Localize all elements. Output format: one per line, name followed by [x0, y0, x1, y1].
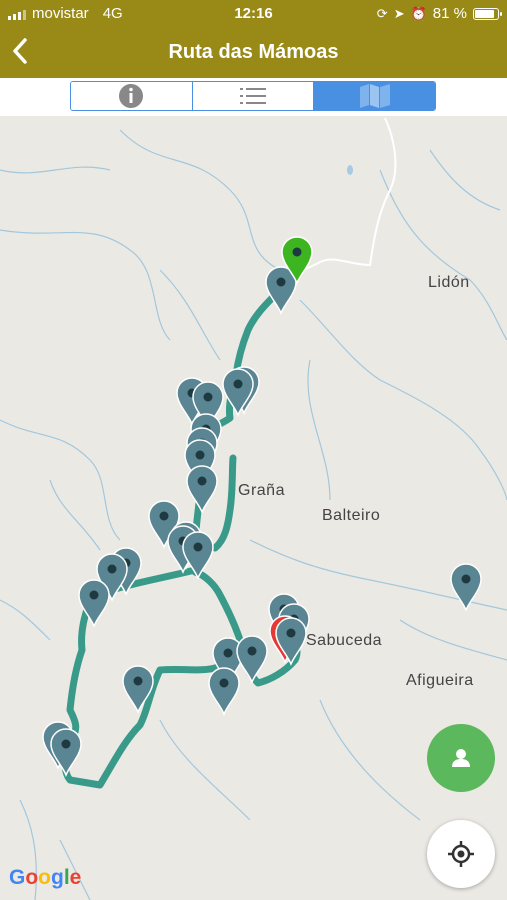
crosshair-icon — [448, 841, 474, 867]
map-pin-icon[interactable] — [78, 579, 110, 629]
page-title: Ruta das Mámoas — [168, 41, 339, 63]
alarm-icon: ⏰ — [410, 5, 427, 21]
map-pin-icon[interactable] — [122, 665, 154, 715]
map-view[interactable]: Lidón Graña Balteiro Sabuceda Afigueira — [0, 116, 507, 900]
battery-percent: 81 % — [432, 5, 467, 22]
locate-me-button[interactable] — [427, 820, 495, 888]
pins-layer — [42, 236, 482, 778]
map-pin-icon[interactable] — [186, 465, 218, 515]
status-bar: movistar 4G 12:16 ⟳ ➤ ⏰ 81 % — [0, 0, 507, 28]
map-icon — [359, 84, 390, 108]
rotation-lock-icon: ⟳ — [376, 5, 388, 21]
person-button[interactable] — [427, 724, 495, 792]
map-pin-icon[interactable] — [222, 368, 254, 418]
location-arrow-icon: ➤ — [393, 5, 405, 21]
map-pin-icon[interactable] — [50, 728, 82, 778]
map-pin-icon[interactable] — [236, 635, 268, 685]
segmented-control — [70, 81, 436, 111]
google-logo: Google — [9, 866, 82, 889]
battery-icon — [473, 7, 502, 20]
tab-list[interactable] — [192, 82, 315, 110]
map-pin-icon[interactable] — [208, 667, 240, 717]
map-pin-icon[interactable] — [275, 617, 307, 667]
tab-info[interactable] — [71, 82, 193, 110]
list-icon — [240, 88, 266, 104]
info-icon — [119, 84, 144, 108]
navigation-bar: Ruta das Mámoas — [0, 28, 507, 78]
tab-bar — [0, 78, 507, 116]
person-icon — [452, 749, 470, 767]
map-pin-icon[interactable] — [182, 531, 214, 581]
tab-map[interactable] — [314, 82, 435, 110]
map-pin-icon[interactable] — [450, 563, 482, 613]
